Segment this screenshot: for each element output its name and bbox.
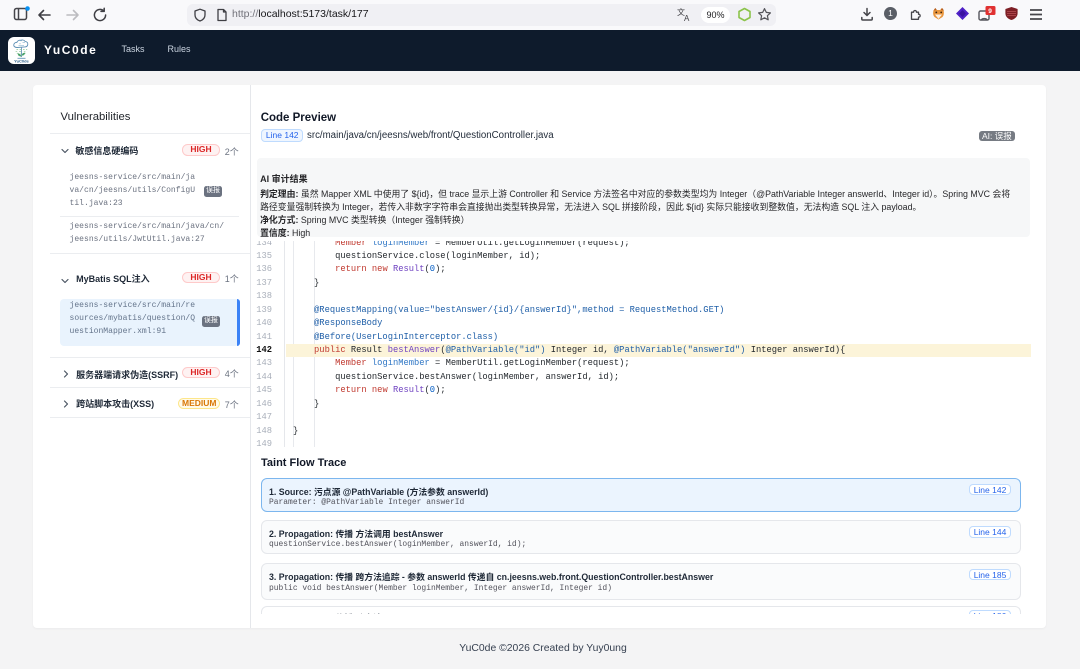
svg-text:YuC0de: YuC0de [14, 58, 29, 63]
svg-text:A: A [684, 14, 690, 23]
svg-text:9: 9 [988, 8, 992, 15]
